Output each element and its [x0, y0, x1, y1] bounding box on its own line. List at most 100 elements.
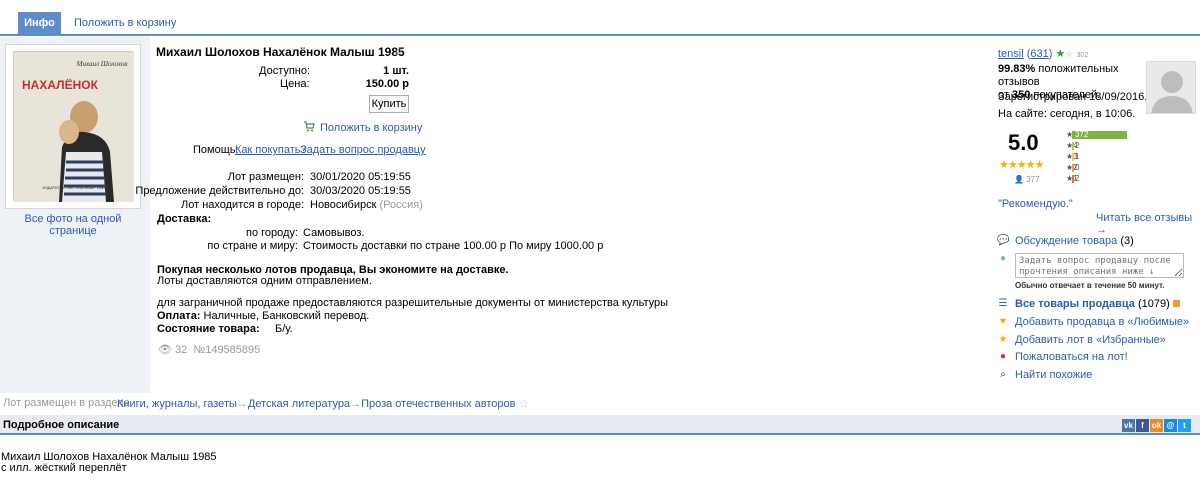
lot-number: №149585895 — [193, 344, 261, 356]
all-lots-count: (1079) — [1137, 298, 1170, 310]
city-value: Новосибирск (Россия) — [310, 199, 423, 211]
seller-star-icon: ★ — [1055, 48, 1066, 60]
ask-seller-input[interactable] — [1015, 253, 1184, 278]
city-country: (Россия) — [379, 199, 423, 211]
book-author-text: Михаил Шолохов — [76, 60, 128, 68]
question-bubble-icon: ● — [999, 253, 1007, 264]
seller-name-link[interactable]: tensil — [998, 48, 1024, 60]
star-icon: ★ — [998, 334, 1008, 345]
payment-label: Оплата: — [157, 310, 201, 322]
discussion-row[interactable]: Обсуждение товара (3) — [1015, 235, 1134, 247]
valid-until-label: Предложение действительно до: — [135, 185, 304, 197]
payment-row: Оплата: Наличные, Банковский перевод. — [157, 310, 369, 322]
condition-label: Состояние товара: — [157, 323, 260, 335]
description-heading: Подробное описание — [3, 419, 120, 431]
how-to-buy-link[interactable]: Как покупать? — [235, 144, 307, 156]
seller-score-link[interactable]: 631 — [1030, 48, 1048, 60]
add-favorite-seller-link[interactable]: Добавить продавца в «Любимые» — [1015, 316, 1189, 328]
breadcrumb-item-prose[interactable]: Проза отечественных авторов — [361, 398, 515, 410]
tab-info[interactable]: Инфо — [18, 12, 61, 35]
city-label: Лот находится в городе: — [181, 199, 304, 211]
price-label: Цена: — [280, 78, 310, 90]
lot-title: Михаил Шолохов Нахалёнок Малыш 1985 — [156, 45, 405, 59]
available-value: 1 шт. — [383, 65, 409, 77]
chat-icon: 💬 — [997, 235, 1010, 246]
share-facebook-icon[interactable]: f — [1136, 419, 1149, 432]
complain-link[interactable]: Пожаловаться на лот! — [1015, 351, 1128, 363]
seller-online: На сайте: сегодня, в 10:06. — [998, 108, 1136, 120]
description-header — [0, 415, 1200, 435]
help-label: Помощь: — [193, 144, 239, 156]
payment-value: Наличные, Банковский перевод. — [203, 310, 370, 322]
eye-icon: 👁 — [158, 344, 172, 356]
breadcrumb-separator: → — [236, 398, 248, 410]
answer-time: Обычно отвечает в течение 50 минут. — [1015, 281, 1165, 290]
export-note: для заграничной продаже предоставляются … — [157, 297, 669, 309]
share-moimir-icon[interactable]: @ — [1164, 419, 1177, 432]
warning-icon: ● — [999, 351, 1007, 362]
delivery-heading: Доставка: — [157, 213, 212, 225]
rating-bar-2 — [1072, 164, 1074, 172]
watch-star-icon[interactable]: ☆ — [393, 43, 405, 59]
section-label: Лот размещен в разделе — [3, 397, 130, 409]
breadcrumb-item-children[interactable]: Детская литература — [248, 398, 350, 410]
seller-registered: Зарегистрирован 18/09/2016. — [998, 91, 1148, 103]
breadcrumb-separator: → — [350, 398, 362, 410]
valid-until-value: 30/03/2020 05:19:55 — [310, 185, 411, 197]
rss-icon[interactable] — [1172, 300, 1180, 307]
list-icon: ☰ — [998, 298, 1008, 309]
placed-label: Лот размещен: — [227, 171, 304, 183]
rating-bar-1 — [1072, 175, 1074, 183]
price-value: 150.00 р — [365, 78, 409, 90]
ask-seller-link[interactable]: Задать вопрос продавцу — [300, 144, 426, 156]
share-twitter-icon[interactable]: t — [1178, 419, 1191, 432]
breadcrumb-item-books[interactable]: Книги, журналы, газеты — [117, 398, 237, 410]
seller-avatar[interactable] — [1146, 61, 1196, 114]
cart-icon — [303, 121, 315, 132]
available-label: Доступно: — [259, 65, 311, 77]
rating-count-2: 0 — [1075, 163, 1080, 172]
seller-stars-count: 302 — [1076, 52, 1089, 59]
rating-bar-3 — [1072, 153, 1074, 161]
share-odnoklassniki-icon[interactable]: ok — [1150, 419, 1163, 432]
read-all-reviews-link[interactable]: Читать все отзывы → — [1096, 212, 1200, 236]
section-star-icon[interactable]: ☆ — [519, 398, 529, 410]
rating-count-5: 372 — [1075, 130, 1089, 139]
discussion-link[interactable]: Обсуждение товара — [1015, 235, 1117, 247]
breadcrumb: Книги, журналы, газеты→Детская литератур… — [117, 397, 528, 410]
book-title-text: НАХАЛЁНОК — [22, 77, 99, 92]
positive-percent: 99.83% — [998, 63, 1036, 75]
add-to-cart-link[interactable]: Положить в корзину — [320, 122, 422, 134]
delivery-city-value: Самовывоз. — [303, 227, 365, 239]
seller-header: tensil (631) ★☆ 302 — [998, 48, 1089, 60]
find-similar-link[interactable]: Найти похожие — [1015, 369, 1092, 381]
share-vk-icon[interactable]: vk — [1122, 419, 1135, 432]
rating-count-value: 377 — [1026, 175, 1040, 184]
review-quote[interactable]: "Рекомендую." — [998, 198, 1073, 210]
discussion-count: (3) — [1120, 235, 1134, 247]
user-icon: 👤 — [1014, 175, 1024, 184]
condition-value: Б/у. — [275, 323, 293, 335]
all-lots-link[interactable]: Все товары продавца — [1015, 298, 1135, 310]
rating-value: 5.0 — [1008, 130, 1039, 155]
views-row: 👁 32 №149585895 — [158, 343, 260, 356]
city-name: Новосибирск — [310, 199, 377, 211]
all-lots-row[interactable]: Все товары продавца (1079) — [1015, 298, 1180, 310]
tab-add-to-cart[interactable]: Положить в корзину — [74, 17, 176, 29]
views-count: 32 — [175, 344, 188, 356]
seller-star-outline-icon: ☆ — [1065, 49, 1074, 59]
delivery-city-label: по городу: — [246, 227, 298, 239]
rating-bar-4 — [1072, 142, 1074, 150]
rating-count-1: 2 — [1075, 174, 1080, 183]
rating-count-3: 1 — [1075, 152, 1080, 161]
add-favorite-lot-link[interactable]: Добавить лот в «Избранные» — [1015, 334, 1166, 346]
tab-bar: Инфо Положить в корзину — [0, 0, 1200, 36]
description-line-2: с илл. жёсткий переплёт — [1, 462, 127, 474]
delivery-world-value: Стоимость доставки по стране 100.00 р По… — [303, 240, 604, 252]
rating-stars-icon: ★★★★★ — [999, 159, 1044, 171]
rating-count: 👤 377 — [1014, 175, 1040, 184]
buy-button[interactable]: Купить — [369, 95, 409, 113]
lot-main-panel — [150, 37, 986, 393]
search-icon: ⌕ — [1000, 369, 1006, 380]
rating-count-4: 2 — [1075, 141, 1080, 150]
